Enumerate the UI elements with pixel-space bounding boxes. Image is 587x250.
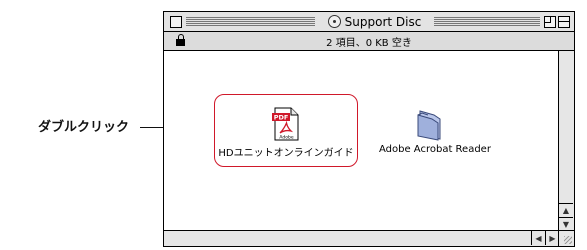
folder-label: Adobe Acrobat Reader: [379, 144, 491, 155]
acrobat-reader-folder-item[interactable]: Adobe Acrobat Reader: [379, 109, 491, 155]
window-title-group: Support Disc: [317, 13, 432, 30]
double-click-callout: ダブルクリック: [38, 120, 130, 135]
scroll-down-arrow-icon[interactable]: ▼: [559, 217, 573, 231]
scroll-left-arrow-icon[interactable]: ◀: [531, 231, 545, 245]
title-stripes-left: [186, 17, 315, 26]
finder-window: Support Disc 2 項目、0 KB 空き PDF Adobe HDユニ…: [163, 11, 575, 247]
svg-text:Adobe: Adobe: [279, 135, 293, 141]
title-stripes-right: [434, 17, 540, 26]
horizontal-scrollbar[interactable]: ◀ ▶: [164, 230, 559, 246]
zoom-box-button[interactable]: [544, 16, 556, 28]
pdf-file-label: HDユニットオンラインガイド: [218, 148, 354, 159]
pdf-document-icon: PDF Adobe: [272, 107, 299, 141]
svg-text:PDF: PDF: [274, 114, 289, 122]
window-title: Support Disc: [344, 14, 422, 29]
scroll-up-arrow-icon[interactable]: ▲: [559, 203, 573, 217]
folder-icon: [417, 110, 441, 141]
disc-icon: [327, 15, 341, 28]
resize-grow-box[interactable]: [558, 230, 574, 246]
close-box-button[interactable]: [170, 16, 182, 28]
collapse-box-button[interactable]: [558, 16, 570, 28]
info-bar: 2 項目、0 KB 空き: [164, 32, 574, 51]
scroll-right-arrow-icon[interactable]: ▶: [545, 231, 559, 245]
pdf-online-guide-item[interactable]: PDF Adobe HDユニットオンラインガイド: [216, 107, 356, 159]
title-bar[interactable]: Support Disc: [164, 12, 574, 32]
vertical-scrollbar[interactable]: ▲ ▼: [558, 51, 574, 231]
items-and-space-info: 2 項目、0 KB 空き: [326, 38, 412, 49]
window-content: PDF Adobe HDユニットオンラインガイド Adobe Acrobat R…: [164, 51, 559, 231]
